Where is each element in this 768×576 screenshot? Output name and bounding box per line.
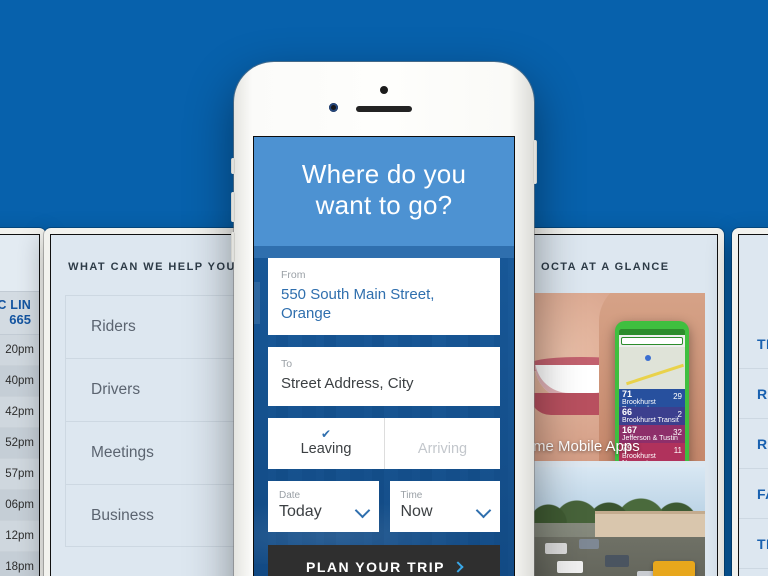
- car-shape: [605, 555, 629, 567]
- check-icon: ✔: [320, 426, 332, 441]
- nav-panel-item[interactable]: TRI: [739, 569, 768, 576]
- freeway-traffic-photo: [527, 467, 705, 576]
- date-time-row: Date Today Time Now: [268, 480, 500, 532]
- help-panel-item[interactable]: Business: [65, 484, 239, 547]
- app-hero: Where do you want to go?: [254, 137, 514, 247]
- app-route-note: Brookhurst Transit: [622, 417, 679, 424]
- app-map-view: [619, 347, 685, 389]
- to-field-label: To: [281, 358, 293, 371]
- time-select-text: Time Now: [401, 490, 433, 521]
- app-hero-title-line-1: Where do you: [301, 159, 467, 189]
- date-select[interactable]: Date Today: [268, 480, 379, 532]
- proximity-sensor-icon: [329, 103, 338, 112]
- timing-toggle: ✔ Leaving Arriving: [268, 417, 500, 469]
- glance-tile-caption: me Mobile Apps: [533, 437, 640, 455]
- earpiece-speaker-icon: [356, 106, 412, 112]
- schedule-time-list: 20pm 40pm 42pm 52pm 57pm 06pm 12pm 18pm: [0, 335, 39, 576]
- glance-panel-device: OCTA AT A GLANCE 71Brookhurst Peninsula2…: [508, 228, 724, 576]
- help-panel-item[interactable]: Riders: [65, 295, 239, 358]
- nav-panel-item[interactable]: TRT: [739, 319, 768, 369]
- schedule-route-line-1: C LIN: [0, 298, 31, 312]
- date-select-value: Today: [279, 502, 322, 520]
- nav-panel-screen: TRTRIDROFAITR.TRIDE: [738, 234, 768, 576]
- app-route-minutes: 32: [673, 428, 682, 437]
- car-shape: [545, 543, 567, 554]
- time-select[interactable]: Time Now: [389, 480, 500, 532]
- from-field-value: 550 South Main Street, Orange: [281, 285, 435, 322]
- schedule-time-row: 57pm: [0, 459, 39, 490]
- iphone-screen: Where do you want to go? From 550 South …: [253, 136, 515, 576]
- from-field-label: From: [281, 269, 306, 282]
- glance-panel-screen: OCTA AT A GLANCE 71Brookhurst Peninsula2…: [514, 234, 718, 576]
- nav-panel-list: TRTRIDROFAITR.TRIDE: [739, 319, 768, 576]
- app-status-bar: [619, 329, 685, 335]
- from-field[interactable]: From 550 South Main Street, Orange: [268, 258, 500, 336]
- plan-your-trip-button[interactable]: PLAN YOUR TRIP: [268, 544, 500, 576]
- arriving-option[interactable]: Arriving: [384, 417, 500, 469]
- volume-up-button[interactable]: [231, 192, 235, 222]
- volume-down-button[interactable]: [231, 232, 235, 262]
- app-route-row: 66 Brookhurst Transit 2: [619, 407, 685, 425]
- schedule-time-row: 06pm: [0, 490, 39, 521]
- woman-holding-phone-photo: 71Brookhurst Peninsula2966Brookhurst Tra…: [527, 293, 705, 461]
- help-panel-screen: WHAT CAN WE HELP YOU Riders Drivers Meetin…: [50, 234, 254, 576]
- app-search-bar: [621, 337, 683, 345]
- schedule-route-line-2: 665: [9, 312, 31, 327]
- schedule-panel-topbar: [0, 235, 39, 291]
- to-field-value: Street Address, City: [281, 375, 414, 393]
- front-camera-icon: [380, 86, 388, 94]
- school-bus-shape: [653, 561, 695, 576]
- nav-panel-item[interactable]: RO: [739, 419, 768, 469]
- schedule-time-row: 12pm: [0, 521, 39, 552]
- schedule-time-row: 20pm: [0, 335, 39, 366]
- app-route-number: 66: [622, 407, 633, 417]
- app-route-row: 71Brookhurst Peninsula29: [619, 389, 685, 413]
- glance-tile-improvement-project[interactable]: mprovement Project s: [527, 467, 705, 576]
- plan-your-trip-label: PLAN YOUR TRIP: [306, 558, 445, 575]
- trip-planner-form: From 550 South Main Street, Orange To St…: [254, 258, 514, 576]
- schedule-route-header: C LIN 665: [0, 291, 39, 335]
- car-shape: [557, 561, 583, 573]
- time-select-label: Time: [400, 489, 423, 501]
- nav-panel-device: TRTRIDROFAITR.TRIDE: [732, 228, 768, 576]
- schedule-panel-device: C LIN 665 20pm 40pm 42pm 52pm 57pm 06pm 12pm 18…: [0, 228, 46, 576]
- chevron-down-icon: [354, 502, 370, 519]
- leaving-option-label: Leaving: [300, 440, 352, 457]
- schedule-time-row: 40pm: [0, 366, 39, 397]
- check-icon-placeholder: [385, 428, 500, 441]
- help-panel-list: Riders Drivers Meetings Business: [65, 295, 239, 547]
- to-field[interactable]: To Street Address, City: [268, 347, 500, 406]
- date-select-label: Date: [279, 489, 301, 501]
- nav-panel-item[interactable]: RID: [739, 369, 768, 419]
- glance-panel-heading: OCTA AT A GLANCE: [541, 261, 670, 273]
- leaving-option[interactable]: ✔ Leaving: [268, 418, 384, 469]
- schedule-panel-screen: C LIN 665 20pm 40pm 42pm 52pm 57pm 06pm 12pm 18…: [0, 234, 40, 576]
- help-panel-device: WHAT CAN WE HELP YOU Riders Drivers Meetin…: [44, 228, 260, 576]
- time-select-value: Now: [400, 502, 433, 520]
- silent-switch[interactable]: [231, 158, 235, 174]
- date-select-text: Date Today: [279, 490, 322, 521]
- iphone-device: Where do you want to go? From 550 South …: [231, 62, 537, 576]
- arriving-option-label: Arriving: [417, 440, 468, 457]
- nav-panel-item[interactable]: FAI: [739, 469, 768, 519]
- schedule-time-row: 52pm: [0, 428, 39, 459]
- chevron-right-icon: [452, 561, 464, 573]
- schedule-time-row: 42pm: [0, 397, 39, 428]
- power-button[interactable]: [533, 140, 537, 184]
- nav-panel-spacer: [739, 235, 768, 319]
- car-shape: [579, 539, 599, 549]
- roadway-shape: [527, 537, 705, 576]
- app-route-minutes: 2: [677, 410, 682, 419]
- nav-panel-item[interactable]: TR.: [739, 519, 768, 569]
- app-hero-title-line-2: want to go?: [315, 189, 453, 220]
- glance-tile-mobile-apps[interactable]: 71Brookhurst Peninsula2966Brookhurst Tra…: [527, 293, 705, 461]
- schedule-time-row: 18pm: [0, 552, 39, 576]
- app-route-minutes: 29: [673, 392, 682, 401]
- help-panel-item[interactable]: Drivers: [65, 358, 239, 421]
- help-panel-heading: WHAT CAN WE HELP YOU: [68, 261, 236, 273]
- help-panel-item[interactable]: Meetings: [65, 421, 239, 484]
- chevron-down-icon: [475, 502, 492, 519]
- app-hero-title: Where do you want to go?: [268, 159, 500, 220]
- vehicle-group: [527, 537, 705, 576]
